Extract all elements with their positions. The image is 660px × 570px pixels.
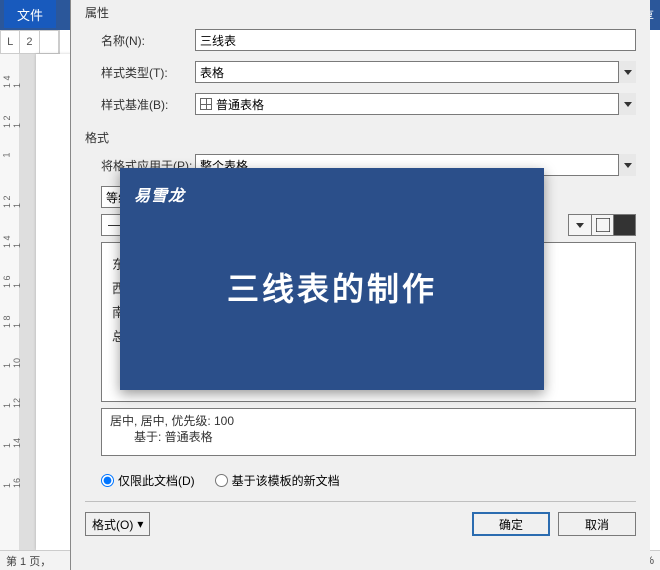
dialog-footer: 格式(O) ▾ 确定 取消: [71, 510, 650, 536]
ruler-tab-2[interactable]: 2: [20, 31, 39, 53]
border-preset-1[interactable]: [569, 215, 591, 235]
vertical-ruler: 1 4 1 1 2 1 1 1 2 1 1 4 1 1 6 1 1 8 1 1 …: [0, 54, 20, 550]
properties-section-label: 属性: [85, 0, 636, 25]
radio-template-input[interactable]: [215, 474, 228, 487]
style-summary: 居中, 居中, 优先级: 100 基于: 普通表格: [101, 408, 636, 456]
border-buttons: [568, 214, 636, 236]
ruler-tab-L[interactable]: L: [1, 31, 20, 53]
radio-this-doc-input[interactable]: [101, 474, 114, 487]
file-menu-button[interactable]: 文件: [4, 0, 56, 28]
overlay-brand: 易雪龙: [134, 182, 185, 206]
radio-this-doc[interactable]: 仅限此文档(D): [101, 472, 195, 489]
radio-template[interactable]: 基于该模板的新文档: [215, 472, 340, 489]
border-preset-2[interactable]: [591, 215, 613, 235]
chevron-down-icon: [576, 223, 584, 228]
tutorial-overlay: 易雪龙 三线表的制作: [120, 168, 544, 390]
ruler-tab-blank: [40, 31, 59, 53]
divider: [85, 501, 636, 502]
basedon-label: 样式基准(B):: [85, 96, 195, 113]
chevron-down-icon: [618, 61, 636, 83]
styletype-select[interactable]: 表格: [195, 61, 636, 83]
styletype-label: 样式类型(T):: [85, 64, 195, 81]
summary-line-2: 基于: 普通表格: [110, 429, 627, 445]
chevron-down-icon: ▾: [137, 517, 143, 531]
chevron-down-icon: [618, 154, 636, 176]
format-dropdown-button[interactable]: 格式(O) ▾: [85, 512, 150, 536]
name-label: 名称(N):: [85, 32, 195, 49]
overlay-title: 三线表的制作: [120, 264, 544, 310]
chevron-down-icon: [618, 93, 636, 115]
status-page-text: 第 1 页，: [6, 553, 51, 569]
name-input[interactable]: [195, 29, 636, 51]
basedon-select[interactable]: 普通表格: [195, 93, 636, 115]
format-section-label: 格式: [85, 125, 636, 150]
summary-line-1: 居中, 居中, 优先级: 100: [110, 413, 627, 429]
ok-button[interactable]: 确定: [472, 512, 550, 536]
border-preset-3[interactable]: [613, 215, 635, 235]
table-icon: [200, 98, 212, 110]
cancel-button[interactable]: 取消: [558, 512, 636, 536]
ruler-tabs: L 2: [0, 30, 60, 54]
